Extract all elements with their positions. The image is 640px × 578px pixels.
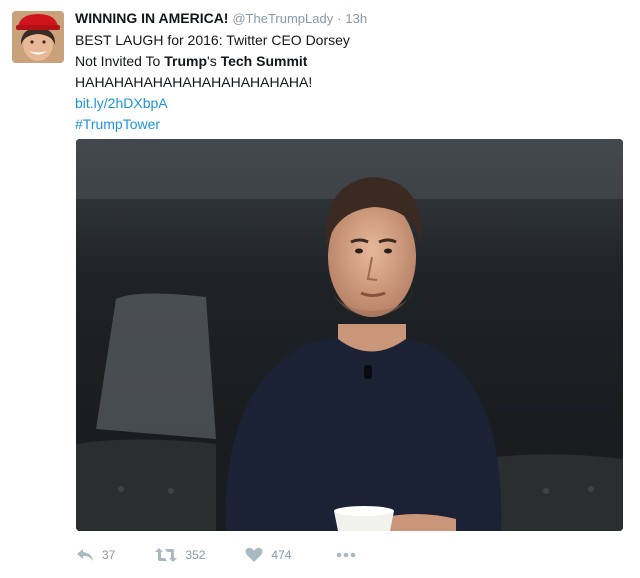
separator-dot: · [337, 11, 342, 26]
tweet-line-1: BEST LAUGH for 2016: Twitter CEO Dorsey [75, 32, 350, 48]
more-button[interactable] [335, 551, 357, 559]
avatar[interactable] [12, 11, 64, 63]
tweet-header: WINNING IN AMERICA! @TheTrumpLady · 13h [75, 9, 367, 28]
tweet-line-2-c: 's [207, 53, 221, 69]
tweet-line-2: Not Invited To Trump's Tech Summit [75, 51, 350, 72]
tweet-photo[interactable] [76, 139, 623, 531]
timestamp[interactable]: 13h [345, 11, 367, 26]
reply-count: 37 [102, 548, 116, 562]
like-count: 474 [271, 548, 292, 562]
tweet-bold-trump: Trump [164, 53, 208, 69]
tweet-actions: 37 352 474 [76, 540, 397, 570]
photo-illustration [76, 139, 623, 531]
retweet-count: 352 [185, 548, 206, 562]
tweet-card: WINNING IN AMERICA! @TheTrumpLady · 13h … [0, 0, 640, 578]
hashtag-link[interactable]: #TrumpTower [75, 114, 350, 135]
display-name[interactable]: WINNING IN AMERICA! [75, 10, 228, 26]
tweet-text: BEST LAUGH for 2016: Twitter CEO Dorsey … [75, 30, 350, 135]
more-icon [335, 551, 357, 559]
tweet-line-2-a: Not Invited To [75, 53, 165, 69]
retweet-button[interactable]: 352 [155, 547, 205, 563]
tweet-line-3: HAHAHAHAHAHAHAHAHAHAHAHA! [75, 74, 313, 90]
retweet-icon [155, 547, 178, 563]
reply-button[interactable]: 37 [76, 547, 115, 563]
like-button[interactable]: 474 [245, 547, 291, 563]
reply-icon [76, 547, 94, 563]
tweet-bold-tech-summit: Tech Summit [220, 53, 308, 69]
heart-icon [245, 547, 263, 563]
user-handle[interactable]: @TheTrumpLady [232, 11, 333, 26]
tweet-link[interactable]: bit.ly/2hDXbpA [75, 93, 350, 114]
